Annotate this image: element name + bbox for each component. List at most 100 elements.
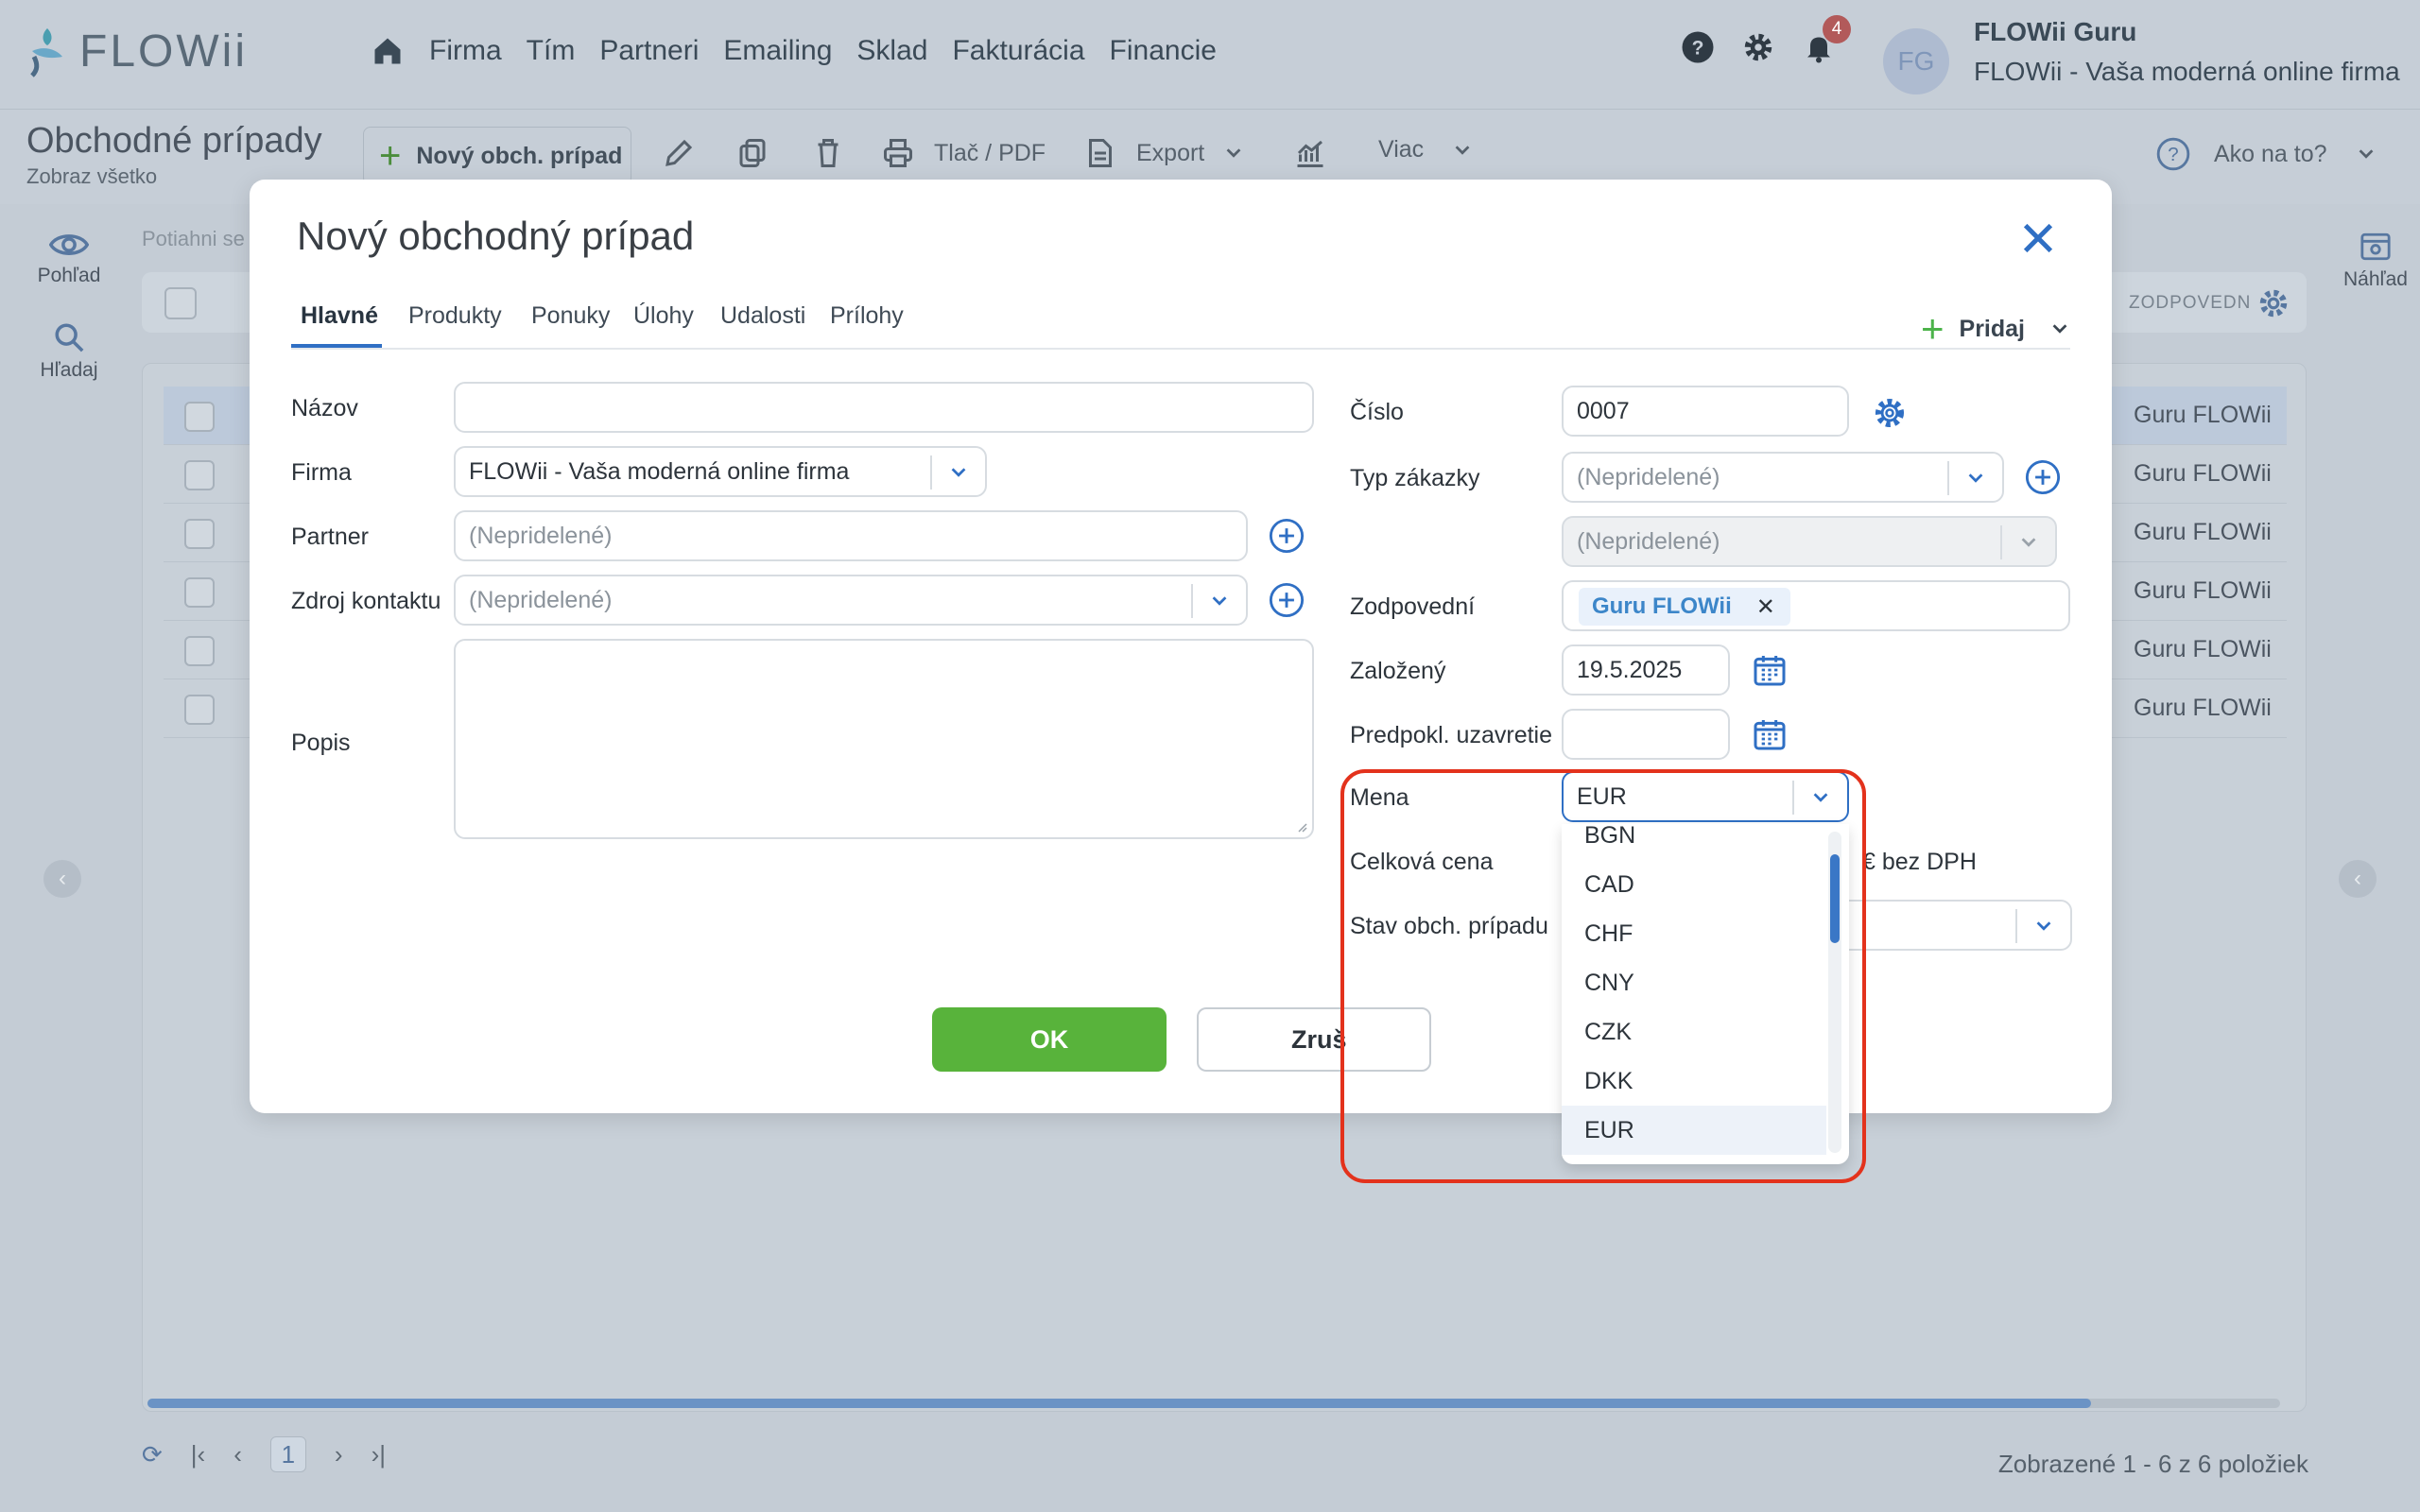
- expected-close-date-input[interactable]: [1562, 709, 1730, 760]
- description-label: Popis: [291, 730, 351, 756]
- add-button[interactable]: + Pridaj: [1921, 306, 2070, 352]
- name-input[interactable]: [454, 382, 1314, 433]
- main-nav: Firma Tím Partneri Emailing Sklad Faktur…: [371, 34, 1241, 68]
- drag-hint: Potiahni se: [142, 227, 245, 250]
- row-checkbox[interactable]: [184, 636, 215, 666]
- flowii-logo[interactable]: FLOWii: [25, 25, 248, 77]
- settings-gear-icon[interactable]: [1741, 30, 1775, 64]
- chevron-down-icon: [1191, 584, 1246, 618]
- calendar-icon[interactable]: [1751, 714, 1789, 754]
- add-partner-icon[interactable]: [1269, 518, 1305, 554]
- preview-button[interactable]: Náhľad: [2331, 231, 2420, 291]
- order-type-select[interactable]: (Nepridelené): [1562, 452, 2004, 503]
- chevron-down-icon: [1455, 145, 1470, 155]
- items-shown-text: Zobrazené 1 - 6 z 6 položiek: [1997, 1450, 2308, 1478]
- description-textarea[interactable]: [454, 639, 1314, 839]
- nav-item-financie[interactable]: Financie: [1110, 35, 1217, 67]
- add-contact-source-icon[interactable]: [1269, 582, 1305, 618]
- number-settings-gear-icon[interactable]: [1872, 395, 1908, 431]
- row-checkbox[interactable]: [184, 577, 215, 608]
- svg-text:?: ?: [2168, 144, 2178, 165]
- tab-udalosti[interactable]: Udalosti: [720, 302, 805, 330]
- right-arrow-icon[interactable]: ‹: [2339, 860, 2377, 898]
- nav-item-partneri[interactable]: Partneri: [599, 35, 699, 67]
- chevron-down-icon: [2359, 149, 2373, 159]
- nav-item-emailing[interactable]: Emailing: [723, 35, 832, 67]
- page-number[interactable]: 1: [269, 1436, 306, 1472]
- company-select[interactable]: FLOWii - Vaša moderná online firma: [454, 446, 987, 497]
- chart-icon[interactable]: [1293, 136, 1327, 170]
- nav-item-fakturacia[interactable]: Fakturácia: [952, 35, 1084, 67]
- column-settings-gear-icon[interactable]: [2256, 285, 2291, 321]
- avatar[interactable]: FG: [1883, 28, 1949, 94]
- nav-item-sklad[interactable]: Sklad: [856, 35, 927, 67]
- tab-produkty[interactable]: Produkty: [408, 302, 502, 330]
- partner-input[interactable]: (Nepridelené): [454, 510, 1248, 561]
- view-button[interactable]: Pohľad: [0, 231, 138, 287]
- how-to-button[interactable]: ? Ako na to?: [2155, 136, 2377, 172]
- print-pdf-button[interactable]: Tlač / PDF: [881, 136, 1046, 170]
- company-label: Firma: [291, 459, 352, 486]
- chip-label: Guru FLOWii: [1592, 593, 1732, 619]
- tab-hlavne[interactable]: Hlavné: [301, 302, 378, 330]
- company-value: FLOWii - Vaša moderná online firma: [469, 457, 850, 485]
- prev-page-icon[interactable]: ‹: [233, 1440, 242, 1469]
- chevron-down-icon: [1947, 461, 2002, 495]
- resize-handle-icon[interactable]: [1293, 818, 1308, 833]
- tab-ponuky[interactable]: Ponuky: [531, 302, 610, 330]
- notifications[interactable]: 4: [1802, 15, 1851, 64]
- page-subtitle[interactable]: Zobraz všetko: [26, 164, 157, 189]
- order-subtype-value: (Nepridelené): [1577, 527, 1720, 555]
- more-button[interactable]: Viac: [1378, 136, 1473, 163]
- responsible-column-header[interactable]: ZODPOVEDN: [2129, 293, 2251, 314]
- number-input[interactable]: 0007: [1562, 386, 1849, 437]
- new-case-button[interactable]: + Nový obch. prípad: [363, 127, 631, 185]
- active-tab-indicator: [291, 344, 382, 348]
- founded-label: Založený: [1350, 658, 1446, 684]
- ok-button[interactable]: OK: [932, 1007, 1167, 1072]
- refresh-icon[interactable]: ⟳: [142, 1440, 163, 1469]
- nav-item-tim[interactable]: Tím: [527, 35, 576, 67]
- export-button[interactable]: Export: [1083, 136, 1244, 170]
- tab-prilohy[interactable]: Prílohy: [830, 302, 904, 330]
- nav-item-firma[interactable]: Firma: [429, 35, 502, 67]
- last-page-icon[interactable]: ›|: [372, 1440, 386, 1469]
- row-responsible: Guru FLOWii: [2134, 519, 2272, 545]
- tab-ulohy[interactable]: Úlohy: [633, 302, 694, 330]
- row-checkbox[interactable]: [184, 460, 215, 490]
- question-circle-icon: ?: [2156, 137, 2190, 171]
- responsible-multiselect[interactable]: Guru FLOWii ✕: [1562, 580, 2070, 631]
- close-icon[interactable]: [2019, 219, 2057, 257]
- help-icon[interactable]: ?: [1681, 30, 1715, 64]
- row-checkbox[interactable]: [184, 695, 215, 725]
- row-checkbox[interactable]: [184, 519, 215, 549]
- delete-trash-icon[interactable]: [811, 136, 845, 170]
- add-order-type-icon[interactable]: [2025, 459, 2061, 495]
- contact-source-select[interactable]: (Nepridelené): [454, 575, 1248, 626]
- home-icon[interactable]: [371, 34, 405, 68]
- horizontal-scrollbar[interactable]: [147, 1399, 2280, 1408]
- row-responsible: Guru FLOWii: [2134, 402, 2272, 428]
- search-icon: [55, 323, 84, 352]
- founded-date-input[interactable]: 19.5.2025: [1562, 644, 1730, 696]
- scrollbar-thumb[interactable]: [147, 1399, 2091, 1408]
- next-page-icon[interactable]: ›: [335, 1440, 343, 1469]
- plus-icon: +: [1920, 306, 1945, 351]
- search-button[interactable]: Hľadaj: [0, 321, 138, 382]
- preview-label: Náhľad: [2342, 268, 2408, 290]
- copy-icon[interactable]: [735, 136, 769, 170]
- left-arrow-icon[interactable]: ‹: [43, 860, 81, 898]
- select-all-checkbox[interactable]: [164, 287, 197, 319]
- calendar-icon[interactable]: [1751, 650, 1789, 690]
- first-page-icon[interactable]: |‹: [191, 1440, 205, 1469]
- chevron-down-icon: [2000, 525, 2055, 559]
- row-checkbox[interactable]: [184, 402, 215, 432]
- preview-icon: [2360, 232, 2391, 261]
- printer-icon: [884, 139, 912, 167]
- edit-pencil-icon[interactable]: [662, 136, 696, 170]
- remove-chip-icon[interactable]: ✕: [1756, 593, 1775, 621]
- plus-icon: +: [379, 134, 402, 177]
- chevron-down-icon: [2052, 324, 2067, 334]
- add-label: Pridaj: [1959, 315, 2025, 342]
- row-responsible: Guru FLOWii: [2134, 577, 2272, 604]
